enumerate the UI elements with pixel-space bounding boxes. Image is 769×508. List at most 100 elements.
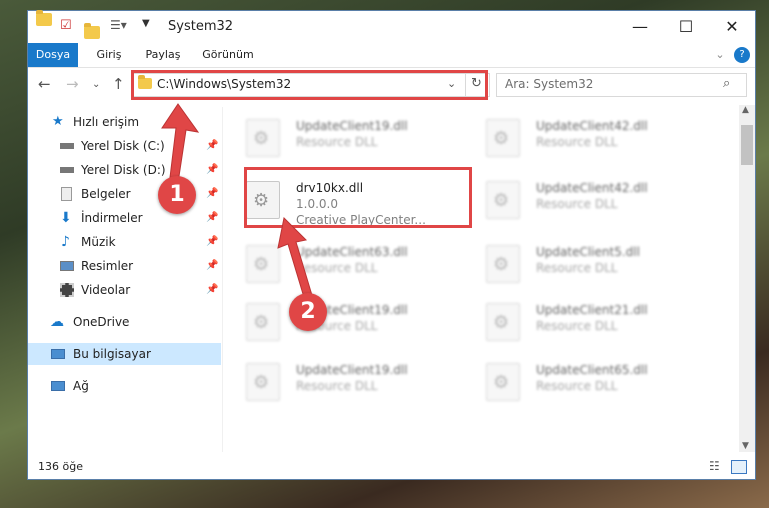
file-name: UpdateClient5.dll (536, 245, 640, 259)
details-view-icon[interactable]: ☷ (709, 459, 720, 473)
sidebar-item-music[interactable]: ♪ Müzik 📌 (28, 231, 221, 253)
recent-locations-icon[interactable]: ⌄ (92, 79, 100, 90)
item-count: 136 öğe (38, 460, 83, 473)
back-arrow-icon[interactable]: ← (38, 75, 51, 93)
film-icon (60, 283, 74, 297)
file-item[interactable]: UpdateClient42.dll Resource DLL (464, 109, 694, 161)
dll-file-icon (246, 245, 280, 283)
sidebar-item-videos[interactable]: Videolar 📌 (28, 279, 221, 301)
file-item[interactable]: UpdateClient19.dll Resource DLL (224, 353, 454, 405)
scroll-up-icon[interactable]: ▲ (742, 105, 749, 115)
file-description: Resource DLL (536, 261, 618, 275)
tab-view[interactable]: Görünüm (198, 43, 258, 67)
status-bar: 136 öğe ☷ (28, 457, 755, 479)
star-icon: ★ (52, 114, 64, 129)
sidebar-item-onedrive[interactable]: ☁ OneDrive (28, 311, 221, 333)
download-arrow-icon: ⬇ (60, 210, 72, 226)
quick-access-menu-icon[interactable]: ☰▾ (110, 18, 127, 36)
document-icon (61, 187, 72, 201)
tab-share[interactable]: Paylaş (138, 43, 188, 67)
scrollbar-thumb[interactable] (741, 125, 753, 165)
computer-icon (51, 349, 65, 359)
file-description: Resource DLL (296, 379, 378, 393)
file-description: Resource DLL (296, 135, 378, 149)
file-item[interactable]: UpdateClient65.dll Resource DLL (464, 353, 694, 405)
properties-icon[interactable]: ☑ (60, 18, 72, 36)
file-name: UpdateClient65.dll (536, 363, 648, 377)
dll-file-icon (486, 245, 520, 283)
pin-icon: 📌 (206, 236, 219, 247)
sidebar-item-network[interactable]: Ağ (28, 375, 221, 397)
tab-file[interactable]: Dosya (28, 43, 78, 67)
file-item[interactable]: UpdateClient63.dll Resource DLL (224, 235, 454, 287)
file-version: 1.0.0.0 (296, 197, 338, 211)
dll-file-icon (486, 303, 520, 341)
dll-file-icon (246, 181, 280, 219)
step-1-badge: 1 (158, 176, 196, 214)
drive-icon (60, 143, 74, 149)
picture-icon (60, 261, 74, 271)
dll-file-icon (246, 303, 280, 341)
file-name: drv10kx.dll (296, 181, 364, 195)
pin-icon: 📌 (206, 284, 219, 295)
file-description: Resource DLL (536, 135, 618, 149)
file-description: Resource DLL (536, 197, 618, 211)
file-item[interactable]: UpdateClient5.dll Resource DLL (464, 235, 694, 287)
file-item[interactable]: UpdateClient19.dll Resource DLL (224, 109, 454, 161)
sidebar-item-this-pc[interactable]: Bu bilgisayar (28, 343, 221, 365)
close-button[interactable]: ✕ (709, 11, 755, 43)
step-2-badge: 2 (289, 293, 327, 331)
pin-icon: 📌 (206, 260, 219, 271)
file-item[interactable]: UpdateClient42.dll Resource DLL (464, 171, 694, 223)
file-description: Resource DLL (536, 319, 618, 333)
file-name: UpdateClient21.dll (536, 303, 648, 317)
refresh-icon[interactable]: ↻ (471, 76, 482, 91)
search-icon[interactable]: ⌕ (723, 76, 730, 91)
file-name: UpdateClient19.dll (296, 119, 408, 133)
pin-icon: 📌 (206, 140, 219, 151)
search-input[interactable]: Ara: System32 (505, 77, 593, 91)
address-folder-icon (138, 75, 152, 89)
search-box[interactable]: Ara: System32 ⌕ (496, 73, 747, 97)
navigation-bar: ← → ⌄ ↑ C:\Windows\System32 ⌄ ↻ Ara: Sys… (28, 69, 755, 101)
minimize-button[interactable]: — (617, 11, 663, 43)
sidebar-item-downloads[interactable]: ⬇ İndirmeler 📌 (28, 207, 221, 229)
window-title: System32 (168, 19, 234, 34)
up-arrow-icon[interactable]: ↑ (112, 75, 125, 93)
sidebar-item-pictures[interactable]: Resimler 📌 (28, 255, 221, 277)
pane-divider (222, 107, 223, 452)
file-name: UpdateClient63.dll (296, 245, 408, 259)
file-item[interactable]: UpdateClient19.dll Resource DLL (224, 293, 454, 345)
large-icons-view-icon[interactable] (731, 460, 747, 474)
dll-file-icon (486, 363, 520, 401)
expand-ribbon-icon[interactable]: ⌄ (710, 43, 730, 67)
navigation-pane: ★ Hızlı erişim Yerel Disk (C:) 📌 Yerel D… (28, 107, 221, 452)
tab-home[interactable]: Giriş (86, 43, 132, 67)
dll-file-icon (486, 181, 520, 219)
sidebar-item-local-disk-c[interactable]: Yerel Disk (C:) 📌 (28, 135, 221, 157)
sidebar-item-quick-access[interactable]: ★ Hızlı erişim (28, 111, 221, 133)
scroll-down-icon[interactable]: ▼ (742, 441, 749, 451)
sidebar-item-local-disk-d[interactable]: Yerel Disk (D:) 📌 (28, 159, 221, 181)
new-folder-icon[interactable] (84, 23, 100, 39)
forward-arrow-icon[interactable]: → (66, 75, 79, 93)
dll-file-icon (246, 119, 280, 157)
address-dropdown-icon[interactable]: ⌄ (447, 77, 456, 90)
address-separator (465, 74, 466, 96)
file-item-drv10kx[interactable]: drv10kx.dll 1.0.0.0 Creative PlayCenter.… (224, 171, 454, 227)
pin-icon: 📌 (206, 188, 219, 199)
dll-file-icon (486, 119, 520, 157)
file-description: Resource DLL (296, 261, 378, 275)
vertical-scrollbar[interactable]: ▲ ▼ (739, 105, 755, 452)
maximize-button[interactable]: ☐ (663, 11, 709, 43)
music-note-icon: ♪ (61, 234, 70, 250)
help-icon[interactable]: ? (734, 47, 750, 63)
file-item[interactable]: UpdateClient21.dll Resource DLL (464, 293, 694, 345)
file-name: UpdateClient19.dll (296, 363, 408, 377)
drive-icon (60, 167, 74, 173)
file-description: Creative PlayCenter... (296, 213, 426, 227)
file-name: UpdateClient42.dll (536, 181, 648, 195)
address-bar[interactable]: C:\Windows\System32 ⌄ ↻ (132, 73, 490, 97)
file-name: UpdateClient42.dll (536, 119, 648, 133)
customize-toolbar-icon[interactable]: ▼ (142, 18, 150, 36)
